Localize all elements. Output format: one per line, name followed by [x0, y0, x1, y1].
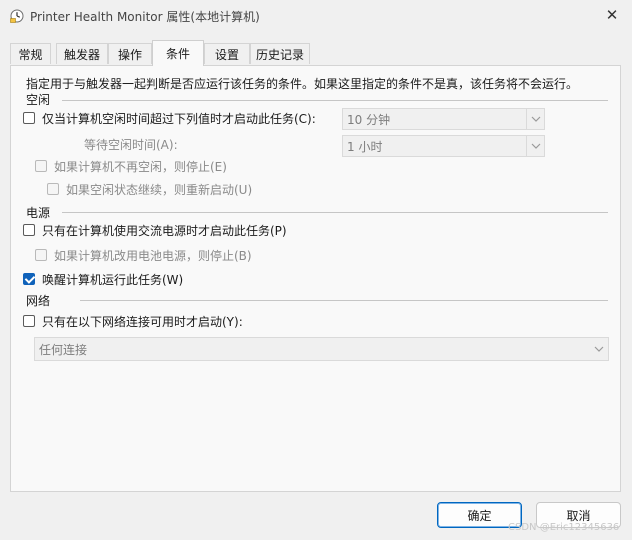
power-divider: [62, 212, 608, 213]
ac-power-only-checkbox[interactable]: [23, 224, 35, 236]
tab-label: 条件: [165, 47, 190, 61]
wake-to-run-label: 唤醒计算机运行此任务(W): [42, 273, 184, 287]
tab-triggers[interactable]: 触发器: [56, 43, 108, 64]
start-only-if-idle-checkbox[interactable]: [23, 112, 35, 124]
tab-history[interactable]: 历史记录: [250, 43, 310, 64]
tab-general[interactable]: 常规: [10, 43, 51, 64]
window-title: Printer Health Monitor 属性(本地计算机): [30, 10, 260, 24]
idle-duration-value: 10 分钟: [347, 113, 391, 127]
wait-duration-select[interactable]: 1 小时: [342, 135, 545, 157]
network-divider: [80, 300, 608, 301]
tab-label: 触发器: [63, 47, 100, 62]
tab-label: 设置: [214, 47, 239, 62]
tab-label: 常规: [18, 47, 43, 62]
close-button[interactable]: ✕: [596, 2, 628, 28]
idle-section-header: 空闲: [26, 93, 51, 107]
network-connection-value: 任何连接: [39, 343, 88, 357]
network-connection-select[interactable]: 任何连接: [34, 337, 609, 361]
network-only-label: 只有在以下网络连接可用时才启动(Y):: [42, 315, 243, 329]
chevron-down-icon: [590, 338, 608, 360]
ok-button-label: 确定: [467, 508, 492, 523]
restart-if-idle-label: 如果空闲状态继续，则重新启动(U): [66, 183, 253, 197]
watermark: CSDN @Eric12345636: [508, 522, 620, 533]
idle-divider: [62, 100, 608, 101]
scheduler-clock-icon: [10, 9, 24, 23]
title-bar: Printer Health Monitor 属性(本地计算机) ✕: [0, 0, 632, 32]
conditions-intro: 指定用于与触发器一起判断是否应运行该任务的条件。如果这里指定的条件不是真，该任务…: [26, 77, 579, 91]
tab-settings[interactable]: 设置: [204, 43, 250, 64]
wait-duration-value: 1 小时: [347, 140, 383, 154]
network-section-header: 网络: [26, 294, 51, 308]
start-only-if-idle-label: 仅当计算机空闲时间超过下列值时才启动此任务(C):: [42, 112, 316, 126]
stop-on-battery-checkbox[interactable]: [35, 249, 47, 261]
ac-power-only-label: 只有在计算机使用交流电源时才启动此任务(P): [42, 224, 287, 238]
cancel-button-label: 取消: [566, 508, 591, 523]
wait-idle-label: 等待空闲时间(A):: [84, 138, 178, 152]
close-icon: ✕: [605, 6, 619, 24]
stop-if-not-idle-checkbox[interactable]: [35, 160, 47, 172]
wake-to-run-checkbox[interactable]: [23, 273, 35, 285]
tab-label: 历史记录: [255, 47, 304, 62]
stop-on-battery-label: 如果计算机改用电池电源，则停止(B): [54, 249, 252, 263]
chevron-down-icon: [526, 136, 544, 156]
tab-conditions[interactable]: 条件: [152, 40, 204, 66]
idle-duration-select[interactable]: 10 分钟: [342, 108, 545, 130]
tab-label: 操作: [117, 47, 142, 62]
network-only-checkbox[interactable]: [23, 315, 35, 327]
chevron-down-icon: [526, 109, 544, 129]
stop-if-not-idle-label: 如果计算机不再空闲，则停止(E): [54, 160, 227, 174]
tab-actions[interactable]: 操作: [108, 43, 152, 64]
restart-if-idle-checkbox[interactable]: [47, 183, 59, 195]
power-section-header: 电源: [26, 206, 51, 220]
